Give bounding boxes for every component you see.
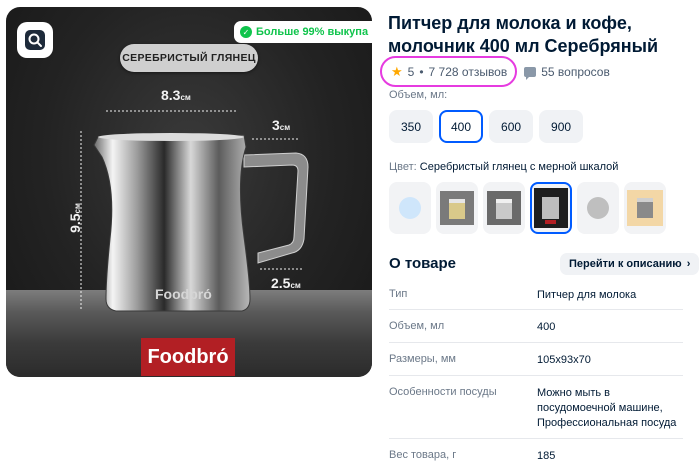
color-swatch[interactable] [577,182,619,234]
pitcher-thumbnail [440,191,474,225]
color-label: Цвет: Серебристый глянец с мерной шкалой [389,161,619,173]
about-product-heading: О товаре [389,255,457,272]
separator-dot: • [419,64,424,79]
spec-row: Вес товара, г 185 [389,449,556,462]
spec-row: Особенности посуды Можно мыть в посудомо… [389,376,683,439]
dimension-width: 8.3см [161,87,191,103]
spec-row: Тип Питчер для молока [389,278,683,310]
spec-row: Размеры, мм 105x93x70 [389,343,683,376]
color-value: Серебристый глянец с мерной шкалой [419,161,619,173]
reviews-count: 7 728 отзывов [428,64,508,79]
check-icon: ✓ [240,26,252,38]
image-search-icon [25,30,45,50]
pitcher-thumbnail [534,188,568,228]
gray-swatch [587,197,609,219]
color-swatch[interactable] [483,182,525,234]
buyout-badge[interactable]: ✓ Больше 99% выкупа › [234,21,372,43]
product-image[interactable]: 8.3см 9.5см 3см 2.5см Foodbrо́ ✓ Больше … [6,7,372,377]
specs-table: Тип Питчер для молока Объем, мл 400 Разм… [389,278,683,469]
volume-option[interactable]: 350 [389,110,433,143]
color-swatches [389,182,666,234]
color-swatch[interactable] [436,182,478,234]
pitcher-thumbnail [627,190,663,226]
product-title: Питчер для молока и кофе, молочник 400 м… [388,13,659,56]
volume-option[interactable]: 900 [539,110,584,143]
volume-option-selected[interactable]: 400 [439,110,484,143]
questions-count: 55 вопросов [541,64,610,79]
volume-options: 350 400 600 900 [389,110,584,143]
color-swatch-selected[interactable] [530,182,572,234]
brand-logo: Foodbrо́ [141,338,235,376]
rating-reviews-link[interactable]: ★ 5 • 7 728 отзывов [380,56,518,87]
finish-label: СЕРЕБРИСТЫЙ ГЛЯНЕЦ [120,44,258,72]
chevron-right-icon: › [686,258,691,270]
light-blue-swatch [399,197,421,219]
color-swatch[interactable] [624,182,666,234]
buyout-badge-label: Больше 99% выкупа [256,26,369,38]
questions-link[interactable]: 55 вопросов [524,64,610,80]
visual-search-button[interactable] [17,22,53,58]
go-to-description-button[interactable]: Перейти к описанию › [560,253,700,275]
chat-bubble-icon [524,66,537,80]
pitcher-brand-engraving: Foodbrо́ [155,286,212,302]
volume-option[interactable]: 600 [489,110,534,143]
volume-label: Объем, мл: [389,89,448,101]
pitcher-thumbnail [487,191,521,225]
dimension-spout: 3см [272,117,291,133]
color-swatch[interactable] [389,182,431,234]
dimension-height: 9.5см [66,203,83,233]
spec-row: Объем, мл 400 [389,310,683,343]
rating-value: 5 [407,64,415,79]
star-icon: ★ [391,63,403,79]
rating-row: ★ 5 • 7 728 отзывов 55 вопросов [380,56,610,87]
dimension-base: 2.5см [271,275,301,291]
